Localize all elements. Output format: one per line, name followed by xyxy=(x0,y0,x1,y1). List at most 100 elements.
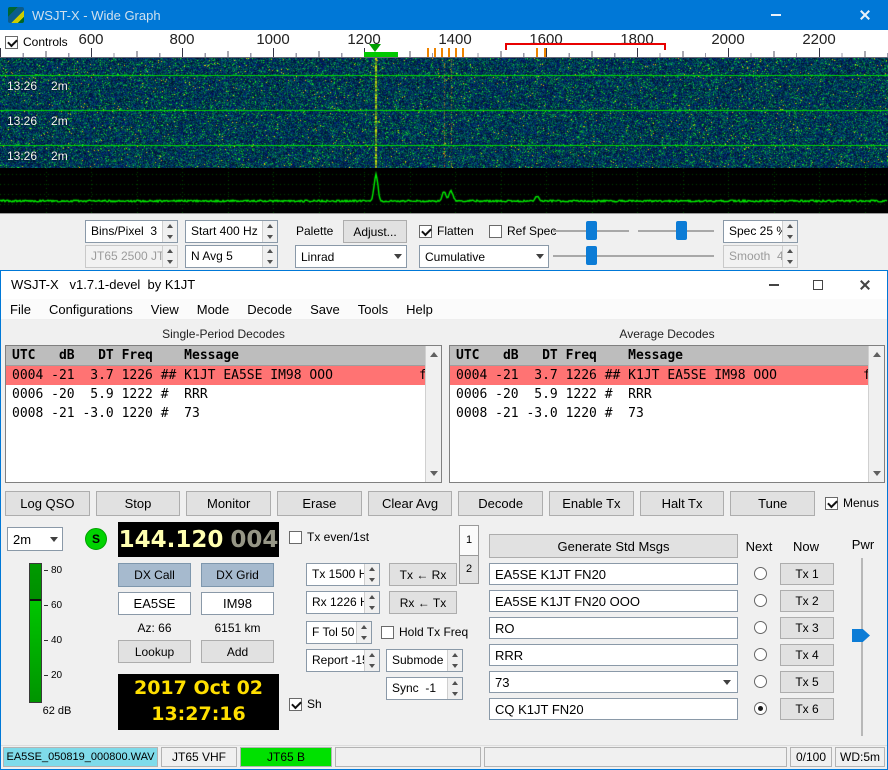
menu-mode[interactable]: Mode xyxy=(188,302,239,317)
spinner-arrows-icon[interactable] xyxy=(262,246,277,267)
decode-row[interactable]: 0008 -21 -3.0 1220 # 73 xyxy=(450,404,884,423)
decode-row[interactable]: 0008 -21 -3.0 1220 # 73 xyxy=(6,404,441,423)
stop-button[interactable]: Stop xyxy=(96,491,181,516)
palette-adjust-button[interactable]: Adjust... xyxy=(343,220,407,243)
vertical-scrollbar[interactable] xyxy=(425,346,441,482)
menu-tools[interactable]: Tools xyxy=(349,302,397,317)
status-bar: EA5SE_050819_000800.WAV JT65 VHF JT65 B … xyxy=(1,745,887,768)
spectrum-gain-slider[interactable] xyxy=(553,245,714,267)
spectrum-display[interactable] xyxy=(0,168,888,213)
tx-message-2-now-button[interactable]: Tx 2 xyxy=(780,590,834,612)
tx-message-3-field[interactable]: RO xyxy=(489,617,738,639)
tx-message-1-now-button[interactable]: Tx 1 xyxy=(780,563,834,585)
scroll-up-icon[interactable] xyxy=(426,347,441,362)
controls-checkbox[interactable]: Controls xyxy=(5,35,72,49)
menu-file[interactable]: File xyxy=(1,302,40,317)
tx-even-checkbox[interactable]: Tx even/1st xyxy=(289,530,369,544)
spectrum-mode-combo[interactable]: Cumulative xyxy=(419,245,549,268)
spinner-arrows-icon xyxy=(782,246,797,267)
tune-button[interactable]: Tune xyxy=(730,491,815,516)
minimize-button[interactable] xyxy=(753,0,799,30)
single-period-decodes-table[interactable]: UTC dB DT Freq Message 0004 -21 3.7 1226… xyxy=(5,345,442,483)
decode-row[interactable]: 0004 -21 3.7 1226 ## K1JT EA5SE IM98 OOO… xyxy=(450,366,884,385)
waterfall-zero-slider[interactable] xyxy=(638,220,714,242)
signal-tick xyxy=(544,48,546,57)
menu-configurations[interactable]: Configurations xyxy=(40,302,142,317)
decode-header: UTC dB DT Freq Message xyxy=(6,346,425,366)
menu-decode[interactable]: Decode xyxy=(238,302,301,317)
freq-label: 1400 xyxy=(425,31,485,48)
spinner-arrows-icon[interactable] xyxy=(262,221,277,242)
start-frequency-spinner[interactable]: Start 400 Hz xyxy=(185,220,278,243)
spec-percent-spinner[interactable]: Spec 25 % xyxy=(723,220,798,243)
frequency-scale[interactable]: 600 800 1000 1200 1400 1600 1800 2000 22… xyxy=(0,30,888,58)
n-avg-spinner[interactable]: N Avg 5 xyxy=(185,245,278,268)
monitor-button[interactable]: Monitor xyxy=(186,491,271,516)
main-titlebar[interactable]: WSJT-X v1.7.1-devel by K1JT xyxy=(1,271,887,299)
tx-message-5-now-button[interactable]: Tx 5 xyxy=(780,671,834,693)
close-icon xyxy=(859,279,871,291)
progress-count: 0/100 xyxy=(790,747,832,767)
close-button[interactable] xyxy=(842,0,888,30)
waterfall-display[interactable] xyxy=(0,58,888,168)
log-qso-button[interactable]: Log QSO xyxy=(5,491,90,516)
smooth-spinner: Smooth 4 xyxy=(723,245,798,268)
power-slider-track[interactable] xyxy=(861,558,863,736)
band-combo[interactable]: 2m xyxy=(7,527,63,551)
tx-message-3-next-radio[interactable] xyxy=(754,621,767,634)
tx-message-2-next-radio[interactable] xyxy=(754,594,767,607)
menu-view[interactable]: View xyxy=(142,302,188,317)
major-ticks xyxy=(0,48,888,57)
tx-message-5-next-radio[interactable] xyxy=(754,675,767,688)
maximize-button[interactable] xyxy=(797,271,839,299)
slider-handle[interactable] xyxy=(586,221,597,240)
signal-tick xyxy=(427,48,429,57)
slider-handle[interactable] xyxy=(586,246,597,265)
tx-message-4-field[interactable]: RRR xyxy=(489,644,738,666)
decode-row[interactable]: 0006 -20 5.9 1222 # RRR xyxy=(6,385,441,404)
scroll-up-icon[interactable] xyxy=(869,347,884,362)
close-icon xyxy=(859,9,871,21)
tx-message-3-now-button[interactable]: Tx 3 xyxy=(780,617,834,639)
scroll-down-icon[interactable] xyxy=(426,466,441,481)
erase-button[interactable]: Erase xyxy=(277,491,362,516)
tx-message-1-field[interactable]: EA5SE K1JT FN20 xyxy=(489,563,738,585)
clear-avg-button[interactable]: Clear Avg xyxy=(368,491,453,516)
tx-message-5-combo[interactable]: 73 xyxy=(489,671,738,693)
menu-bar: File Configurations View Mode Decode Sav… xyxy=(1,299,887,320)
minimize-button[interactable] xyxy=(753,271,795,299)
palette-combo[interactable]: Linrad xyxy=(295,245,407,268)
generate-std-msgs-button[interactable]: Generate Std Msgs xyxy=(489,534,738,558)
tx-message-6-field[interactable]: CQ K1JT FN20 xyxy=(489,698,738,720)
tx-message-6-now-button[interactable]: Tx 6 xyxy=(780,698,834,720)
tx-message-6-next-radio[interactable] xyxy=(754,702,767,715)
tx-message-4-now-button[interactable]: Tx 4 xyxy=(780,644,834,666)
wide-graph-titlebar[interactable]: WSJT-X - Wide Graph xyxy=(0,0,888,30)
freq-label: 1000 xyxy=(243,31,303,48)
flatten-checkbox[interactable]: Flatten xyxy=(419,224,474,238)
close-button[interactable] xyxy=(844,271,886,299)
bins-per-pixel-spinner[interactable]: Bins/Pixel 3 xyxy=(85,220,178,243)
decode-button[interactable]: Decode xyxy=(458,491,543,516)
ref-spec-checkbox[interactable]: Ref Spec xyxy=(489,224,556,238)
frequency-hz: 004 xyxy=(230,527,278,553)
tx-message-2-field[interactable]: EA5SE K1JT FN20 OOO xyxy=(489,590,738,612)
halt-tx-button[interactable]: Halt Tx xyxy=(640,491,725,516)
tx-message-1-next-radio[interactable] xyxy=(754,567,767,580)
spinner-arrows-icon[interactable] xyxy=(162,221,177,242)
menus-checkbox[interactable]: Menus xyxy=(825,496,879,510)
enable-tx-button[interactable]: Enable Tx xyxy=(549,491,634,516)
average-decodes-table[interactable]: UTC dB DT Freq Message 0004 -21 3.7 1226… xyxy=(449,345,885,483)
spinner-arrows-icon[interactable] xyxy=(782,221,797,242)
scroll-down-icon[interactable] xyxy=(869,466,884,481)
slider-handle[interactable] xyxy=(676,221,687,240)
main-buttons: Log QSO Stop Monitor Erase Clear Avg Dec… xyxy=(5,491,815,516)
tab-1[interactable]: 1 xyxy=(459,525,479,556)
vertical-scrollbar[interactable] xyxy=(868,346,884,482)
decode-row[interactable]: 0006 -20 5.9 1222 # RRR xyxy=(450,385,884,404)
waterfall-gain-slider[interactable] xyxy=(553,220,629,242)
menu-save[interactable]: Save xyxy=(301,302,349,317)
decode-row[interactable]: 0004 -21 3.7 1226 ## K1JT EA5SE IM98 OOO… xyxy=(6,366,441,385)
tx-message-4-next-radio[interactable] xyxy=(754,648,767,661)
menu-help[interactable]: Help xyxy=(397,302,442,317)
